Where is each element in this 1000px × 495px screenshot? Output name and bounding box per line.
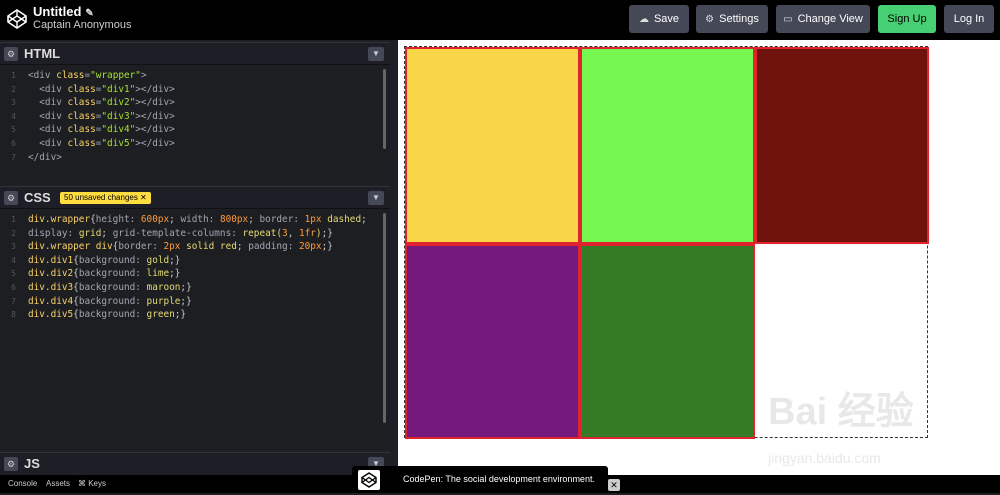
code-line: 5 <div class="div4"></div>: [0, 123, 390, 137]
code-text: <div class="div3"></div>: [28, 110, 175, 122]
save-label: Save: [653, 13, 680, 25]
toast-message: CodePen: The social development environm…: [403, 474, 595, 484]
layout-icon: ▭: [783, 13, 793, 25]
code-text: div.div1{background: gold;}: [28, 254, 181, 266]
html-panel-header: ⚙ HTML ▼: [0, 42, 390, 64]
line-number: 7: [11, 152, 16, 162]
author-name: Captain Anonymous: [33, 19, 132, 31]
pen-title-text: Untitled: [33, 4, 82, 19]
code-line: 8 div.div5{background: green;}: [0, 308, 390, 322]
code-text: div.div5{background: green;}: [28, 309, 187, 321]
grid-cell-div3: [755, 47, 929, 244]
codepen-toast: CodePen: The social development environm…: [352, 466, 608, 493]
cloud-icon: ☁: [638, 13, 649, 25]
grid-cell-div5: [580, 244, 755, 439]
code-text: display: grid; grid-template-columns: re…: [28, 227, 333, 239]
result-preview[interactable]: Bai 经验 jingyan.baidu.com: [398, 40, 1000, 475]
line-number: 4: [11, 255, 16, 265]
css-panel-header: ⚙ CSS 50 unsaved changes ✕ ▼: [0, 186, 390, 208]
log-in-button[interactable]: Log In: [944, 5, 994, 33]
code-line: 2 <div class="div1"></div>: [0, 83, 390, 97]
save-button[interactable]: ☁ Save: [629, 5, 689, 33]
toast-logo-svg: [361, 472, 377, 488]
change-view-label: Change View: [797, 13, 863, 25]
code-line: 7 </div>: [0, 151, 390, 165]
code-line: 4 div.div1{background: gold;}: [0, 254, 390, 268]
line-number: 2: [11, 228, 16, 238]
log-in-label: Log In: [953, 13, 985, 25]
code-text: div.div3{background: maroon;}: [28, 281, 192, 293]
js-panel-header: ⚙ JS ▼: [0, 452, 390, 474]
code-text: </div>: [28, 151, 62, 163]
line-number: 5: [11, 269, 16, 279]
code-line: 4 <div class="div3"></div>: [0, 110, 390, 124]
html-settings-gear-icon[interactable]: ⚙: [4, 47, 18, 61]
line-number: 1: [11, 71, 16, 80]
code-line: 3 div.wrapper div{border: 2px solid red; …: [0, 240, 390, 254]
grid-cell-div4: [405, 244, 580, 439]
change-view-button[interactable]: ▭ Change View: [776, 5, 870, 33]
code-line: 3 <div class="div2"></div>: [0, 96, 390, 110]
code-text: <div class="div2"></div>: [28, 97, 175, 109]
baidu-watermark: Bai 经验: [768, 391, 914, 433]
css-panel-title: CSS: [24, 190, 51, 205]
pen-title[interactable]: Untitled ✎: [33, 4, 94, 19]
code-line: 6 <div class="div5"></div>: [0, 137, 390, 151]
code-line: 1 <div class="wrapper">: [0, 69, 390, 83]
code-text: div.div2{background: lime;}: [28, 268, 181, 280]
grid-cell-div1: [405, 47, 580, 244]
editor-column: ⚙ HTML ▼ 1 <div class="wrapper"> 2 <div c…: [0, 40, 390, 475]
css-settings-gear-icon[interactable]: ⚙: [4, 191, 18, 205]
codepen-logo-icon[interactable]: [6, 8, 28, 30]
css-collapse-chevron-down-icon[interactable]: ▼: [368, 191, 384, 205]
line-number: 2: [11, 84, 16, 94]
css-code-editor[interactable]: 1 div.wrapper{height: 600px; width: 800px…: [0, 208, 390, 450]
js-settings-gear-icon[interactable]: ⚙: [4, 457, 18, 471]
line-number: 4: [11, 111, 16, 121]
unsaved-changes-badge[interactable]: 50 unsaved changes ✕: [60, 192, 151, 204]
console-button[interactable]: Console: [8, 479, 37, 488]
code-text: <div class="div4"></div>: [28, 124, 175, 136]
html-code-editor[interactable]: 1 <div class="wrapper"> 2 <div class="div…: [0, 64, 390, 184]
sign-up-button[interactable]: Sign Up: [878, 5, 936, 33]
assets-button[interactable]: Assets: [46, 479, 70, 488]
line-number: 3: [11, 242, 16, 252]
baidu-watermark-url: jingyan.baidu.com: [768, 450, 881, 466]
line-number: 6: [11, 282, 16, 292]
keys-button[interactable]: ⌘ Keys: [78, 479, 106, 488]
toast-close-icon[interactable]: ✕: [608, 479, 620, 491]
code-line: 2 display: grid; grid-template-columns: r…: [0, 227, 390, 241]
code-text: <div class="wrapper">: [28, 70, 147, 81]
line-number: 7: [11, 296, 16, 306]
code-text: <div class="div1"></div>: [28, 83, 175, 95]
pencil-icon[interactable]: ✎: [85, 8, 93, 19]
html-panel-title: HTML: [24, 46, 61, 61]
html-scrollbar[interactable]: [383, 69, 386, 149]
code-line: 6 div.div3{background: maroon;}: [0, 281, 390, 295]
line-number: 3: [11, 98, 16, 108]
line-number: 5: [11, 125, 16, 135]
settings-label: Settings: [719, 13, 759, 25]
top-bar: Untitled ✎ Captain Anonymous ☁ Save ⚙ Setti…: [0, 0, 1000, 40]
sign-up-label: Sign Up: [887, 13, 927, 25]
code-text: div.div4{background: purple;}: [28, 295, 192, 307]
code-line: 5 div.div2{background: lime;}: [0, 267, 390, 281]
line-number: 1: [11, 215, 16, 224]
line-number: 6: [11, 138, 16, 148]
code-text: div.wrapper div{border: 2px solid red; p…: [28, 241, 333, 253]
gear-icon: ⚙: [705, 13, 715, 25]
html-collapse-chevron-down-icon[interactable]: ▼: [368, 47, 384, 61]
code-text: <div class="div5"></div>: [28, 137, 175, 149]
code-line: 7 div.div4{background: purple;}: [0, 295, 390, 309]
grid-cell-div2: [580, 47, 755, 244]
settings-button[interactable]: ⚙ Settings: [696, 5, 768, 33]
line-number: 8: [11, 310, 16, 320]
js-panel-title: JS: [24, 456, 40, 471]
code-line: 1 div.wrapper{height: 600px; width: 800px…: [0, 213, 390, 227]
code-text: div.wrapper{height: 600px; width: 800px;…: [28, 214, 367, 225]
toast-codepen-logo-icon: [358, 470, 380, 490]
css-scrollbar[interactable]: [383, 213, 386, 423]
